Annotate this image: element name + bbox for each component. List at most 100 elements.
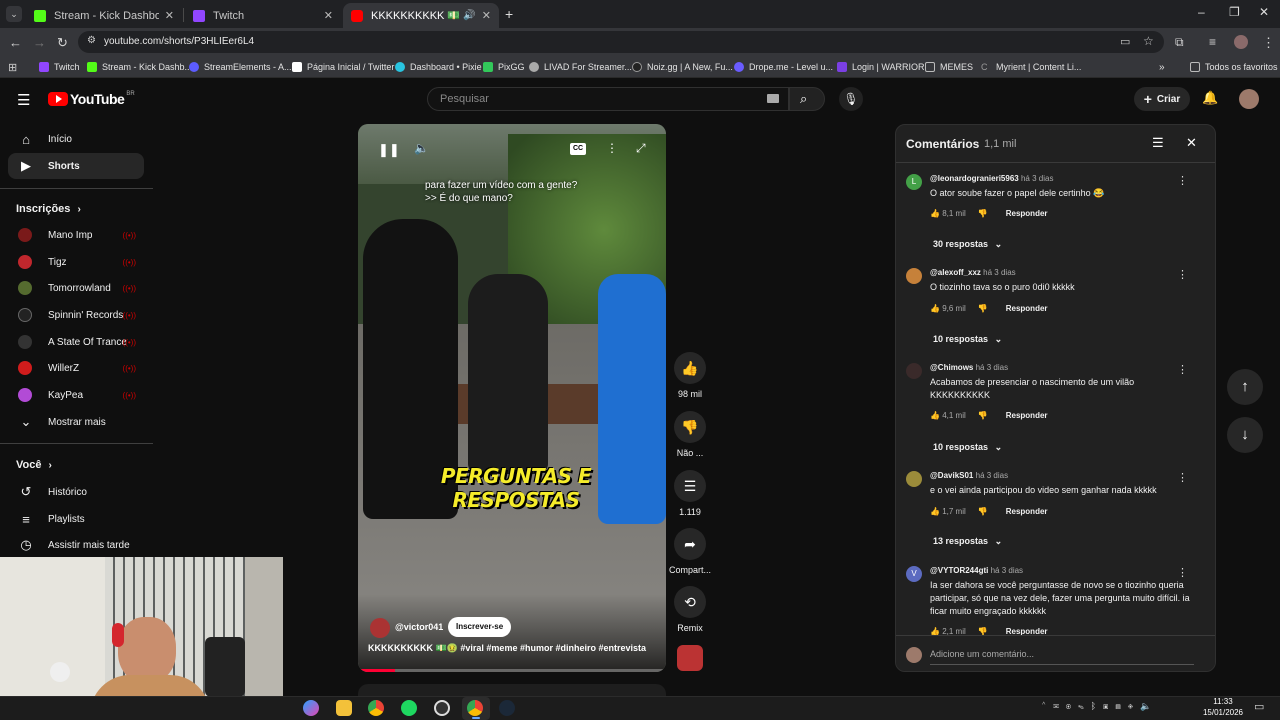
copilot-icon[interactable] bbox=[303, 700, 319, 716]
more-bookmarks-icon[interactable]: » bbox=[1159, 59, 1165, 75]
thumbs-up-icon[interactable]: 👍 bbox=[930, 507, 940, 516]
clock-date[interactable]: 15/01/2026 bbox=[1196, 708, 1250, 717]
clock-time[interactable]: 11:33 bbox=[1208, 697, 1238, 706]
restore-icon[interactable]: ❐ bbox=[1229, 5, 1240, 19]
browser-tab-twitch[interactable]: Twitch ✕ bbox=[185, 3, 341, 28]
thumbs-up-icon[interactable]: 👍 bbox=[930, 411, 940, 420]
bookmark-item[interactable]: C Myrient | Content Li... bbox=[981, 59, 1081, 75]
extensions-icon[interactable]: ⧉ bbox=[1175, 35, 1184, 50]
chrome-active-icon[interactable] bbox=[467, 700, 483, 716]
view-replies-button[interactable]: 30 respostas ⌄ bbox=[933, 239, 1002, 250]
close-tab-icon[interactable]: ✕ bbox=[165, 9, 174, 22]
reply-button[interactable]: Responder bbox=[1006, 209, 1048, 218]
reply-button[interactable]: Responder bbox=[1006, 411, 1048, 420]
progress-track[interactable] bbox=[358, 669, 666, 672]
bookmark-star-icon[interactable]: ☆ bbox=[1143, 34, 1154, 48]
comments-action[interactable]: ☰ 1.119 bbox=[674, 470, 706, 517]
browser-tab-kick[interactable]: Stream - Kick Dashboard ✕ bbox=[26, 3, 182, 28]
site-info-icon[interactable]: ⚙ bbox=[87, 35, 96, 46]
view-replies-button[interactable]: 13 respostas ⌄ bbox=[933, 536, 1002, 547]
short-video-player[interactable]: ❚❚ 🔈 CC ⋮ ⤢ para fazer um vídeo com a ge… bbox=[358, 124, 666, 672]
bookmark-item[interactable]: LIVAD For Streamer... bbox=[529, 59, 632, 75]
browser-menu-icon[interactable]: ⋮ bbox=[1262, 35, 1275, 51]
bookmark-item[interactable]: Dashboard • Pixie bbox=[395, 59, 482, 75]
share-action[interactable]: ➦ Compart... bbox=[669, 528, 711, 575]
comment-menu-icon[interactable]: ⋮ bbox=[1177, 174, 1188, 187]
sidebar-item-watch-later[interactable]: ◷ Assistir mais tarde bbox=[8, 532, 144, 558]
dislike-action[interactable]: 👎 Não ... bbox=[674, 411, 706, 458]
subscribe-button[interactable]: Inscrever-se bbox=[448, 617, 512, 637]
search-input[interactable]: Pesquisar bbox=[427, 87, 789, 111]
subscriptions-heading[interactable]: Inscrições › bbox=[16, 203, 81, 215]
obs-icon[interactable] bbox=[434, 700, 450, 716]
comment-menu-icon[interactable]: ⋮ bbox=[1177, 471, 1188, 484]
spotify-icon[interactable] bbox=[401, 700, 417, 716]
comment-avatar[interactable]: L bbox=[906, 174, 922, 190]
you-heading[interactable]: Você › bbox=[16, 459, 52, 471]
bookmark-item[interactable]: Login | WARRIOR bbox=[837, 59, 925, 75]
thumbs-down-icon[interactable]: 👎 bbox=[978, 209, 988, 218]
sidebar-item-channel[interactable]: A State Of Trance ((•)) bbox=[8, 329, 144, 355]
next-short-button[interactable]: ↓ bbox=[1227, 417, 1263, 453]
comment-avatar[interactable] bbox=[906, 268, 922, 284]
sidebar-item-channel[interactable]: Tomorrowland ((•)) bbox=[8, 275, 144, 301]
more-options-icon[interactable]: ⋮ bbox=[606, 141, 618, 155]
comment-menu-icon[interactable]: ⋮ bbox=[1177, 363, 1188, 376]
sidebar-item-home[interactable]: ⌂ Início bbox=[8, 126, 144, 152]
comment-menu-icon[interactable]: ⋮ bbox=[1177, 268, 1188, 281]
bookmark-item[interactable]: Twitch bbox=[39, 59, 80, 75]
pause-icon[interactable]: ❚❚ bbox=[378, 142, 400, 158]
comment-username[interactable]: @VYTOR244gti bbox=[930, 566, 988, 575]
sidebar-item-playlists[interactable]: ≡ Playlists bbox=[8, 506, 144, 532]
add-comment-input[interactable]: Adicione um comentário... bbox=[930, 649, 1034, 659]
file-explorer-icon[interactable] bbox=[336, 700, 352, 716]
comment-username[interactable]: @Chimows bbox=[930, 363, 973, 372]
channel-avatar[interactable] bbox=[370, 618, 390, 638]
volume-icon[interactable]: 🔈 bbox=[414, 141, 429, 155]
view-replies-button[interactable]: 10 respostas ⌄ bbox=[933, 334, 1002, 345]
reading-list-icon[interactable]: ≡ bbox=[1209, 35, 1216, 49]
search-button[interactable]: ⌕ bbox=[789, 87, 825, 111]
closed-captions-icon[interactable]: CC bbox=[570, 143, 586, 155]
comment-time[interactable]: há 3 dias bbox=[976, 363, 1008, 372]
apps-icon[interactable]: ⊞ bbox=[8, 59, 17, 75]
bookmark-item[interactable]: Stream - Kick Dashb... bbox=[87, 59, 192, 75]
bookmark-folder[interactable]: MEMES bbox=[925, 59, 973, 75]
new-tab-button[interactable]: + bbox=[505, 6, 513, 22]
comment-time[interactable]: há 3 dias bbox=[1021, 174, 1053, 183]
sound-thumbnail[interactable] bbox=[677, 645, 703, 671]
create-button[interactable]: + Criar bbox=[1134, 87, 1190, 111]
bookmark-item[interactable]: Drope.me - Level u... bbox=[734, 59, 833, 75]
profile-avatar[interactable] bbox=[1234, 35, 1248, 49]
minimize-icon[interactable]: – bbox=[1198, 5, 1205, 19]
bookmark-item[interactable]: StreamElements - A... bbox=[189, 59, 292, 75]
sidebar-item-channel[interactable]: WillerZ ((•)) bbox=[8, 355, 144, 381]
all-bookmarks-folder[interactable]: Todos os favoritos bbox=[1190, 59, 1278, 75]
comment-username[interactable]: @leonardogranieri5963 bbox=[930, 174, 1019, 183]
comment-avatar[interactable]: V bbox=[906, 566, 922, 582]
voice-search-icon[interactable]: 🎙 bbox=[839, 87, 863, 111]
comment-time[interactable]: há 3 dias bbox=[976, 471, 1008, 480]
sidebar-item-channel[interactable]: Tigz ((•)) bbox=[8, 249, 144, 275]
remix-action[interactable]: ⟲ Remix bbox=[674, 586, 706, 633]
close-icon[interactable]: ✕ bbox=[1186, 135, 1197, 151]
youtube-logo[interactable]: YouTube BR bbox=[48, 91, 135, 107]
comment-time[interactable]: há 3 dias bbox=[983, 268, 1015, 277]
browser-tab-youtube[interactable]: KKKKKKKKKK 💵🤢 #viral 🔊 ✕ bbox=[343, 3, 499, 28]
notifications-bell-icon[interactable]: 🔔 bbox=[1202, 90, 1218, 106]
reply-button[interactable]: Responder bbox=[1006, 304, 1048, 313]
guide-menu-icon[interactable]: ☰ bbox=[17, 91, 30, 109]
sort-icon[interactable]: ☰ bbox=[1152, 135, 1164, 151]
close-window-icon[interactable]: ✕ bbox=[1259, 5, 1269, 19]
video-description[interactable]: KKKKKKKKKK 💵🤢 #viral #meme #humor #dinhe… bbox=[368, 643, 658, 654]
tab-search-button[interactable]: ⌄ bbox=[6, 6, 22, 22]
bookmark-item[interactable]: Página Inicial / Twitter bbox=[292, 59, 394, 75]
notifications-icon[interactable]: ▭ bbox=[1254, 700, 1264, 713]
view-replies-button[interactable]: 10 respostas ⌄ bbox=[933, 442, 1002, 453]
steam-icon[interactable] bbox=[499, 700, 515, 716]
sidebar-item-channel[interactable]: Spinnin' Records ((•)) bbox=[8, 302, 144, 328]
back-icon[interactable]: ← bbox=[9, 35, 22, 50]
previous-short-button[interactable]: ↑ bbox=[1227, 369, 1263, 405]
cast-icon[interactable]: ▭ bbox=[1120, 35, 1130, 48]
comment-avatar[interactable] bbox=[906, 363, 922, 379]
